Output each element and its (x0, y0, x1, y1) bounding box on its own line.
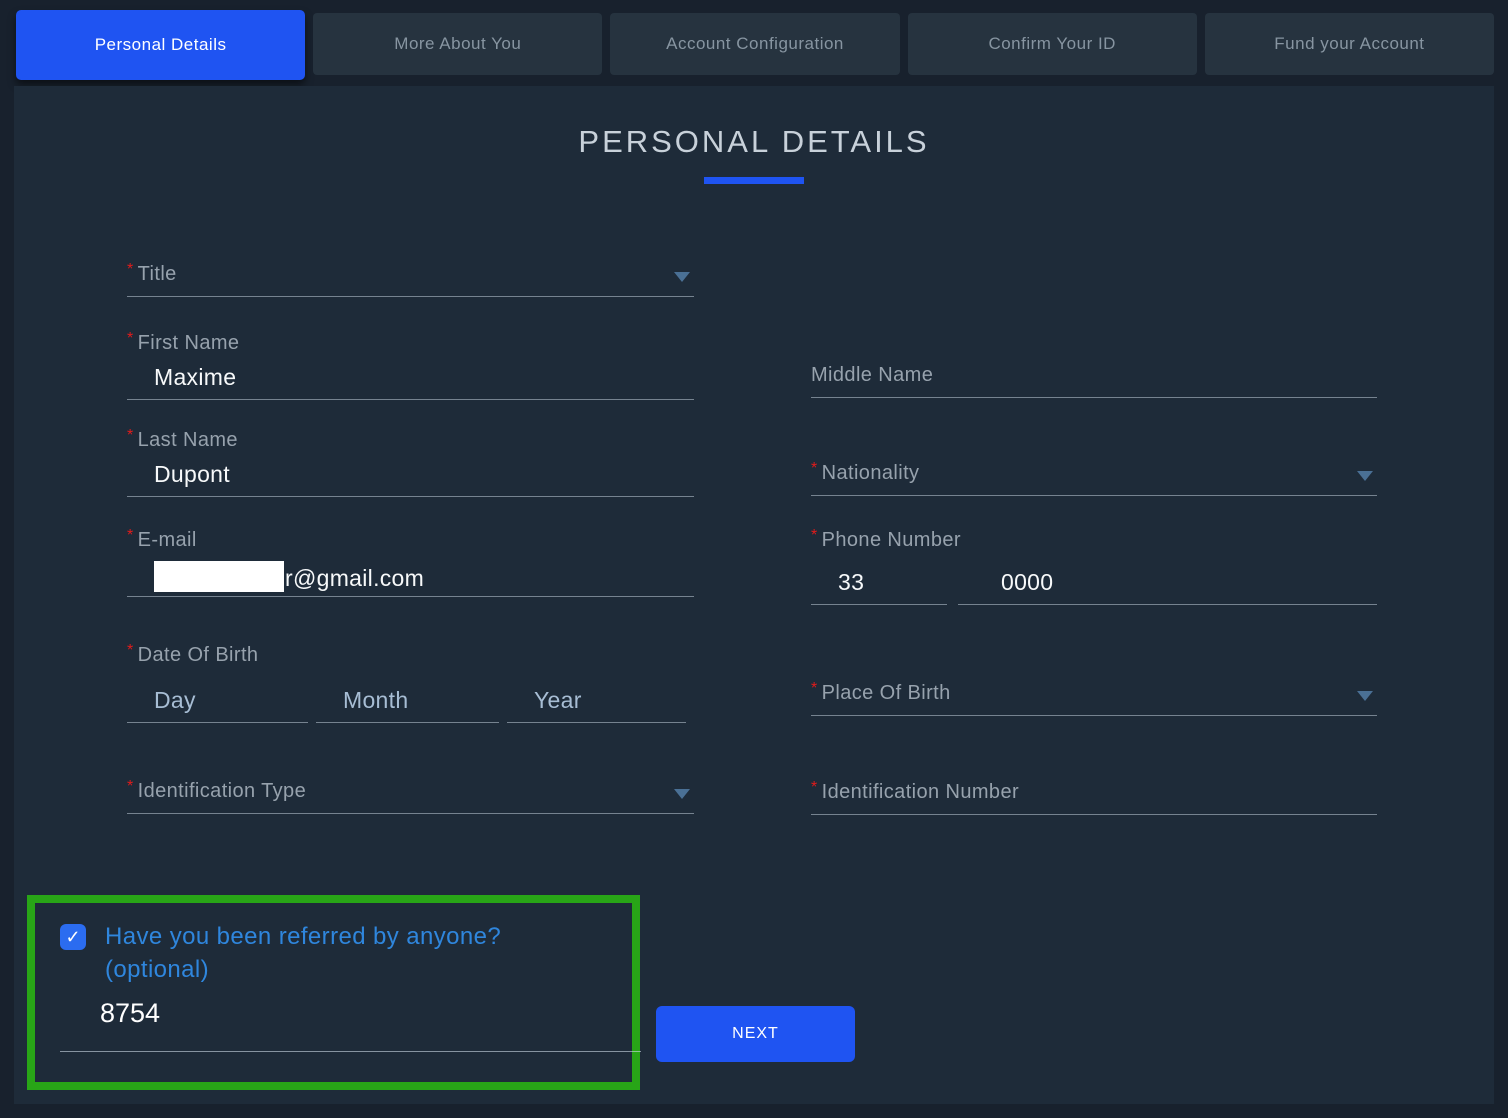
dob-day-field[interactable]: Day (127, 677, 308, 723)
required-marker: * (811, 680, 818, 697)
referral-checkbox[interactable]: ✓ (60, 924, 86, 950)
email-redaction-block (154, 561, 284, 592)
chevron-down-icon (1357, 471, 1373, 481)
dob-label: *Date Of Birth (127, 642, 700, 667)
id-type-select[interactable]: *Identification Type (127, 768, 694, 814)
referral-question-line2: (optional) (105, 953, 605, 986)
checkmark-icon: ✓ (65, 927, 80, 947)
dob-month-field[interactable]: Month (316, 677, 499, 723)
nationality-label: *Nationality (811, 460, 919, 485)
required-marker: * (127, 527, 134, 544)
referral-code-input[interactable]: 8754 (60, 998, 641, 1052)
phone-number-value: 0000 (985, 569, 1053, 596)
required-marker: * (811, 527, 818, 544)
required-marker: * (127, 261, 134, 278)
phone-country-code-value: 33 (838, 569, 864, 596)
referral-question-line1: Have you been referred by anyone? (105, 920, 605, 953)
email-value: r@gmail.com (127, 561, 694, 592)
tab-account-configuration[interactable]: Account Configuration (610, 13, 899, 75)
tab-fund-your-account[interactable]: Fund your Account (1205, 13, 1494, 75)
id-number-field[interactable]: *Identification Number (811, 769, 1377, 815)
title-select[interactable]: *Title (127, 251, 694, 297)
tab-confirm-your-id[interactable]: Confirm Your ID (908, 13, 1197, 75)
email-field[interactable]: *E-mail r@gmail.com (127, 525, 694, 597)
required-marker: * (811, 460, 818, 477)
last-name-value: Dupont (127, 461, 694, 488)
dob-group: *Date Of Birth Day Month Year (127, 642, 700, 723)
required-marker: * (127, 330, 134, 347)
id-type-label: *Identification Type (127, 778, 306, 803)
dob-year-field[interactable]: Year (507, 677, 686, 723)
tab-more-about-you[interactable]: More About You (313, 13, 602, 75)
first-name-value: Maxime (127, 364, 694, 391)
phone-group: *Phone Number 33 0000 (811, 527, 1377, 605)
chevron-down-icon (1357, 691, 1373, 701)
next-button[interactable]: NEXT (656, 1006, 855, 1062)
phone-number-field[interactable]: 0000 (958, 559, 1377, 605)
id-number-label: *Identification Number (811, 779, 1019, 804)
title-underline (704, 177, 804, 184)
required-marker: * (127, 642, 134, 659)
chevron-down-icon (674, 272, 690, 282)
wizard-tabs: Personal Details More About You Account … (16, 10, 1494, 80)
middle-name-field[interactable]: Middle Name (811, 352, 1377, 398)
middle-name-label: Middle Name (811, 364, 933, 387)
title-label: *Title (127, 261, 177, 286)
first-name-label: *First Name (127, 330, 694, 355)
dob-day-placeholder: Day (154, 687, 196, 714)
email-label: *E-mail (127, 527, 694, 552)
place-of-birth-select[interactable]: *Place Of Birth (811, 670, 1377, 716)
nationality-select[interactable]: *Nationality (811, 450, 1377, 496)
referral-code-value: 8754 (100, 998, 160, 1028)
required-marker: * (127, 427, 134, 444)
personal-details-panel: PERSONAL DETAILS *Title *First Name Maxi… (14, 86, 1494, 1104)
referral-question: Have you been referred by anyone? (optio… (105, 920, 605, 986)
place-of-birth-label: *Place Of Birth (811, 680, 951, 705)
tab-personal-details[interactable]: Personal Details (16, 10, 305, 80)
required-marker: * (811, 779, 818, 796)
dob-month-placeholder: Month (343, 687, 408, 714)
phone-label: *Phone Number (811, 527, 1377, 552)
first-name-field[interactable]: *First Name Maxime (127, 328, 694, 400)
required-marker: * (127, 778, 134, 795)
chevron-down-icon (674, 789, 690, 799)
last-name-field[interactable]: *Last Name Dupont (127, 425, 694, 497)
phone-country-code-field[interactable]: 33 (811, 559, 947, 605)
last-name-label: *Last Name (127, 427, 694, 452)
dob-year-placeholder: Year (534, 687, 582, 714)
page-title: PERSONAL DETAILS (14, 124, 1494, 160)
